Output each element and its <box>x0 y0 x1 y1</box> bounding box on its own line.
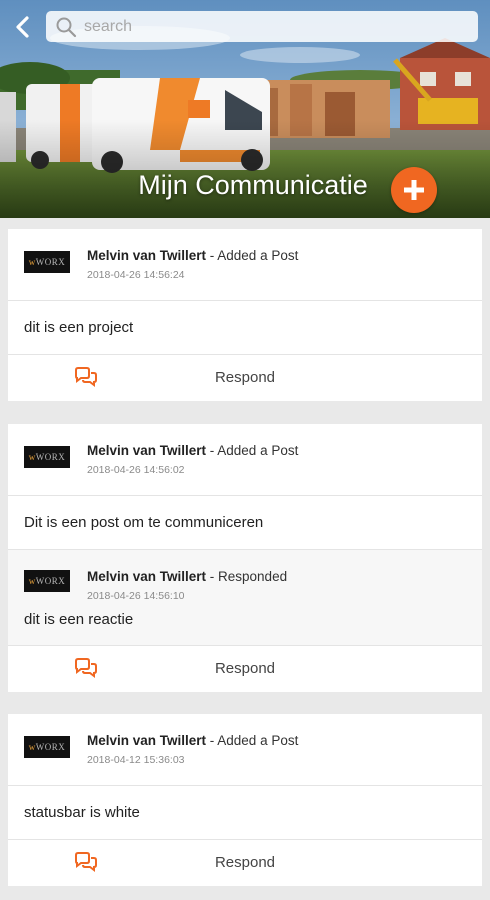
author-name: Melvin van Twillert <box>87 248 207 263</box>
respond-label: Respond <box>214 369 276 386</box>
back-button[interactable] <box>8 10 36 44</box>
worx-logo: wWORX <box>24 251 70 273</box>
post-timestamp: 2018-04-12 15:36:03 <box>87 754 185 766</box>
chevron-left-icon <box>16 16 29 38</box>
post-header: wWORX Melvin van Twillert - Added a Post… <box>8 424 482 496</box>
respond-button[interactable]: Respond <box>8 355 482 401</box>
respond-label: Respond <box>214 854 276 871</box>
post-card: wWORX Melvin van Twillert - Added a Post… <box>8 229 482 401</box>
post-text: dit is een project <box>8 301 482 355</box>
post-card: wWORX Melvin van Twillert - Added a Post… <box>8 424 482 692</box>
post-action: - Added a Post <box>206 733 299 748</box>
respond-button[interactable]: Respond <box>8 840 482 886</box>
add-post-button[interactable] <box>391 167 437 213</box>
post-text: statusbar is white <box>8 786 482 840</box>
reply-text: dit is een reactie <box>24 611 134 628</box>
post-meta: Melvin van Twillert - Added a Post <box>87 248 298 263</box>
worx-logo: wWORX <box>24 736 70 758</box>
search-bar[interactable] <box>46 11 478 42</box>
author-name: Melvin van Twillert <box>87 569 207 584</box>
reply-timestamp: 2018-04-26 14:56:10 <box>87 590 185 602</box>
post-meta: Melvin van Twillert - Added a Post <box>87 733 298 748</box>
worx-logo: wWORX <box>24 446 70 468</box>
author-name: Melvin van Twillert <box>87 733 207 748</box>
post-timestamp: 2018-04-26 14:56:24 <box>87 269 185 281</box>
respond-button[interactable]: Respond <box>8 646 482 692</box>
author-name: Melvin van Twillert <box>87 443 207 458</box>
post-text: Dit is een post om te communiceren <box>8 496 482 550</box>
reply-meta: Melvin van Twillert - Responded <box>87 569 287 584</box>
reply-item: wWORX Melvin van Twillert - Responded 20… <box>8 550 482 646</box>
header-banner: Mijn Communicatie <box>0 0 490 218</box>
reply-action: - Responded <box>206 569 288 584</box>
respond-label: Respond <box>214 660 276 677</box>
post-action: - Added a Post <box>206 248 299 263</box>
post-action: - Added a Post <box>206 443 299 458</box>
post-header: wWORX Melvin van Twillert - Added a Post… <box>8 229 482 301</box>
post-header: wWORX Melvin van Twillert - Added a Post… <box>8 714 482 786</box>
post-meta: Melvin van Twillert - Added a Post <box>87 443 298 458</box>
search-input[interactable] <box>84 17 464 36</box>
post-timestamp: 2018-04-26 14:56:02 <box>87 464 185 476</box>
plus-icon <box>404 180 424 200</box>
search-icon <box>56 17 77 37</box>
post-card: wWORX Melvin van Twillert - Added a Post… <box>8 714 482 886</box>
worx-logo: wWORX <box>24 570 70 592</box>
